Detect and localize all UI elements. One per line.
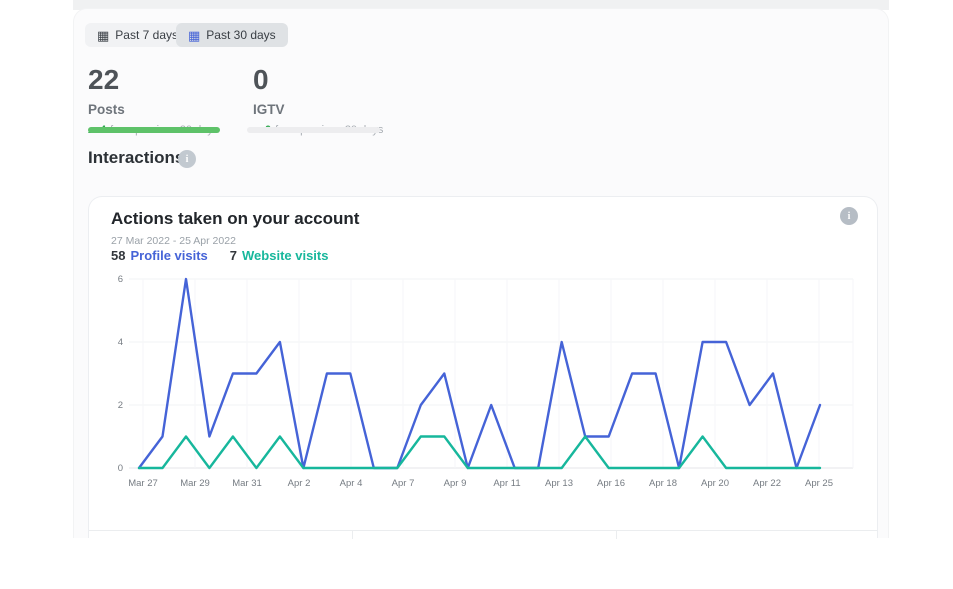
svg-text:Apr 22: Apr 22 (753, 478, 781, 489)
past-7-days-button[interactable]: ▦ Past 7 days (85, 23, 190, 47)
date-range: 27 Mar 2022 - 25 Apr 2022 (111, 235, 236, 247)
igtv-progress-bar (247, 127, 380, 133)
chart-legend: 58 Profile visits 7 Website visits (111, 248, 328, 263)
legend-profile-visits: 58 Profile visits (111, 248, 208, 263)
svg-text:Apr 20: Apr 20 (701, 478, 729, 489)
svg-text:Apr 7: Apr 7 (392, 478, 415, 489)
posts-progress-bar (88, 127, 220, 133)
past-30-days-label: Past 30 days (206, 28, 275, 42)
website-visits-label: Website visits (242, 248, 328, 263)
svg-text:Apr 9: Apr 9 (444, 478, 467, 489)
interactions-info-icon[interactable]: i (178, 150, 196, 168)
igtv-label: IGTV (253, 102, 383, 117)
website-visits-count: 7 (230, 248, 237, 263)
calendar-icon: ▦ (97, 29, 109, 42)
calendar-icon: ▦ (188, 29, 200, 42)
svg-text:Mar 27: Mar 27 (128, 478, 158, 489)
card-footer-divider (89, 530, 877, 531)
svg-text:0: 0 (118, 463, 123, 474)
page: ▦ Past 7 days ▦ Past 30 days 22 Posts 4 … (0, 0, 953, 589)
posts-label: Posts (88, 102, 218, 117)
svg-text:Apr 11: Apr 11 (493, 478, 520, 489)
actions-card: Actions taken on your account i 27 Mar 2… (88, 196, 878, 538)
svg-text:4: 4 (118, 337, 123, 348)
svg-text:2: 2 (118, 400, 123, 411)
past-7-days-label: Past 7 days (115, 28, 178, 42)
posts-stat: 22 Posts 4 from previous 30 days (88, 66, 218, 136)
svg-text:Mar 31: Mar 31 (232, 478, 262, 489)
profile-visits-label: Profile visits (130, 248, 207, 263)
card-title: Actions taken on your account (111, 209, 359, 229)
posts-count: 22 (88, 66, 218, 94)
svg-text:Apr 4: Apr 4 (340, 478, 363, 489)
svg-text:Apr 16: Apr 16 (597, 478, 625, 489)
interactions-line-chart: 0 2 4 6 Mar 27 Mar 29 Mar 31 Apr 2 Apr 4 Apr 7 Apr… (101, 267, 867, 495)
legend-website-visits: 7 Website visits (230, 248, 329, 263)
footer-column-separator (616, 531, 617, 539)
svg-text:Mar 29: Mar 29 (180, 478, 210, 489)
chart-svg: 0 2 4 6 Mar 27 Mar 29 Mar 31 Apr 2 Apr 4 Apr 7 Apr… (101, 267, 867, 495)
igtv-stat: 0 IGTV 0 from previous 30 days (253, 66, 383, 136)
card-info-icon[interactable]: i (840, 207, 858, 225)
profile-visits-count: 58 (111, 248, 125, 263)
interactions-section-title: Interactions (88, 148, 184, 168)
svg-text:6: 6 (118, 274, 123, 285)
past-30-days-button[interactable]: ▦ Past 30 days (176, 23, 288, 47)
svg-text:Apr 2: Apr 2 (288, 478, 311, 489)
footer-column-separator (352, 531, 353, 539)
svg-text:Apr 25: Apr 25 (805, 478, 833, 489)
igtv-count: 0 (253, 66, 383, 94)
svg-text:Apr 13: Apr 13 (545, 478, 573, 489)
svg-text:Apr 18: Apr 18 (649, 478, 677, 489)
